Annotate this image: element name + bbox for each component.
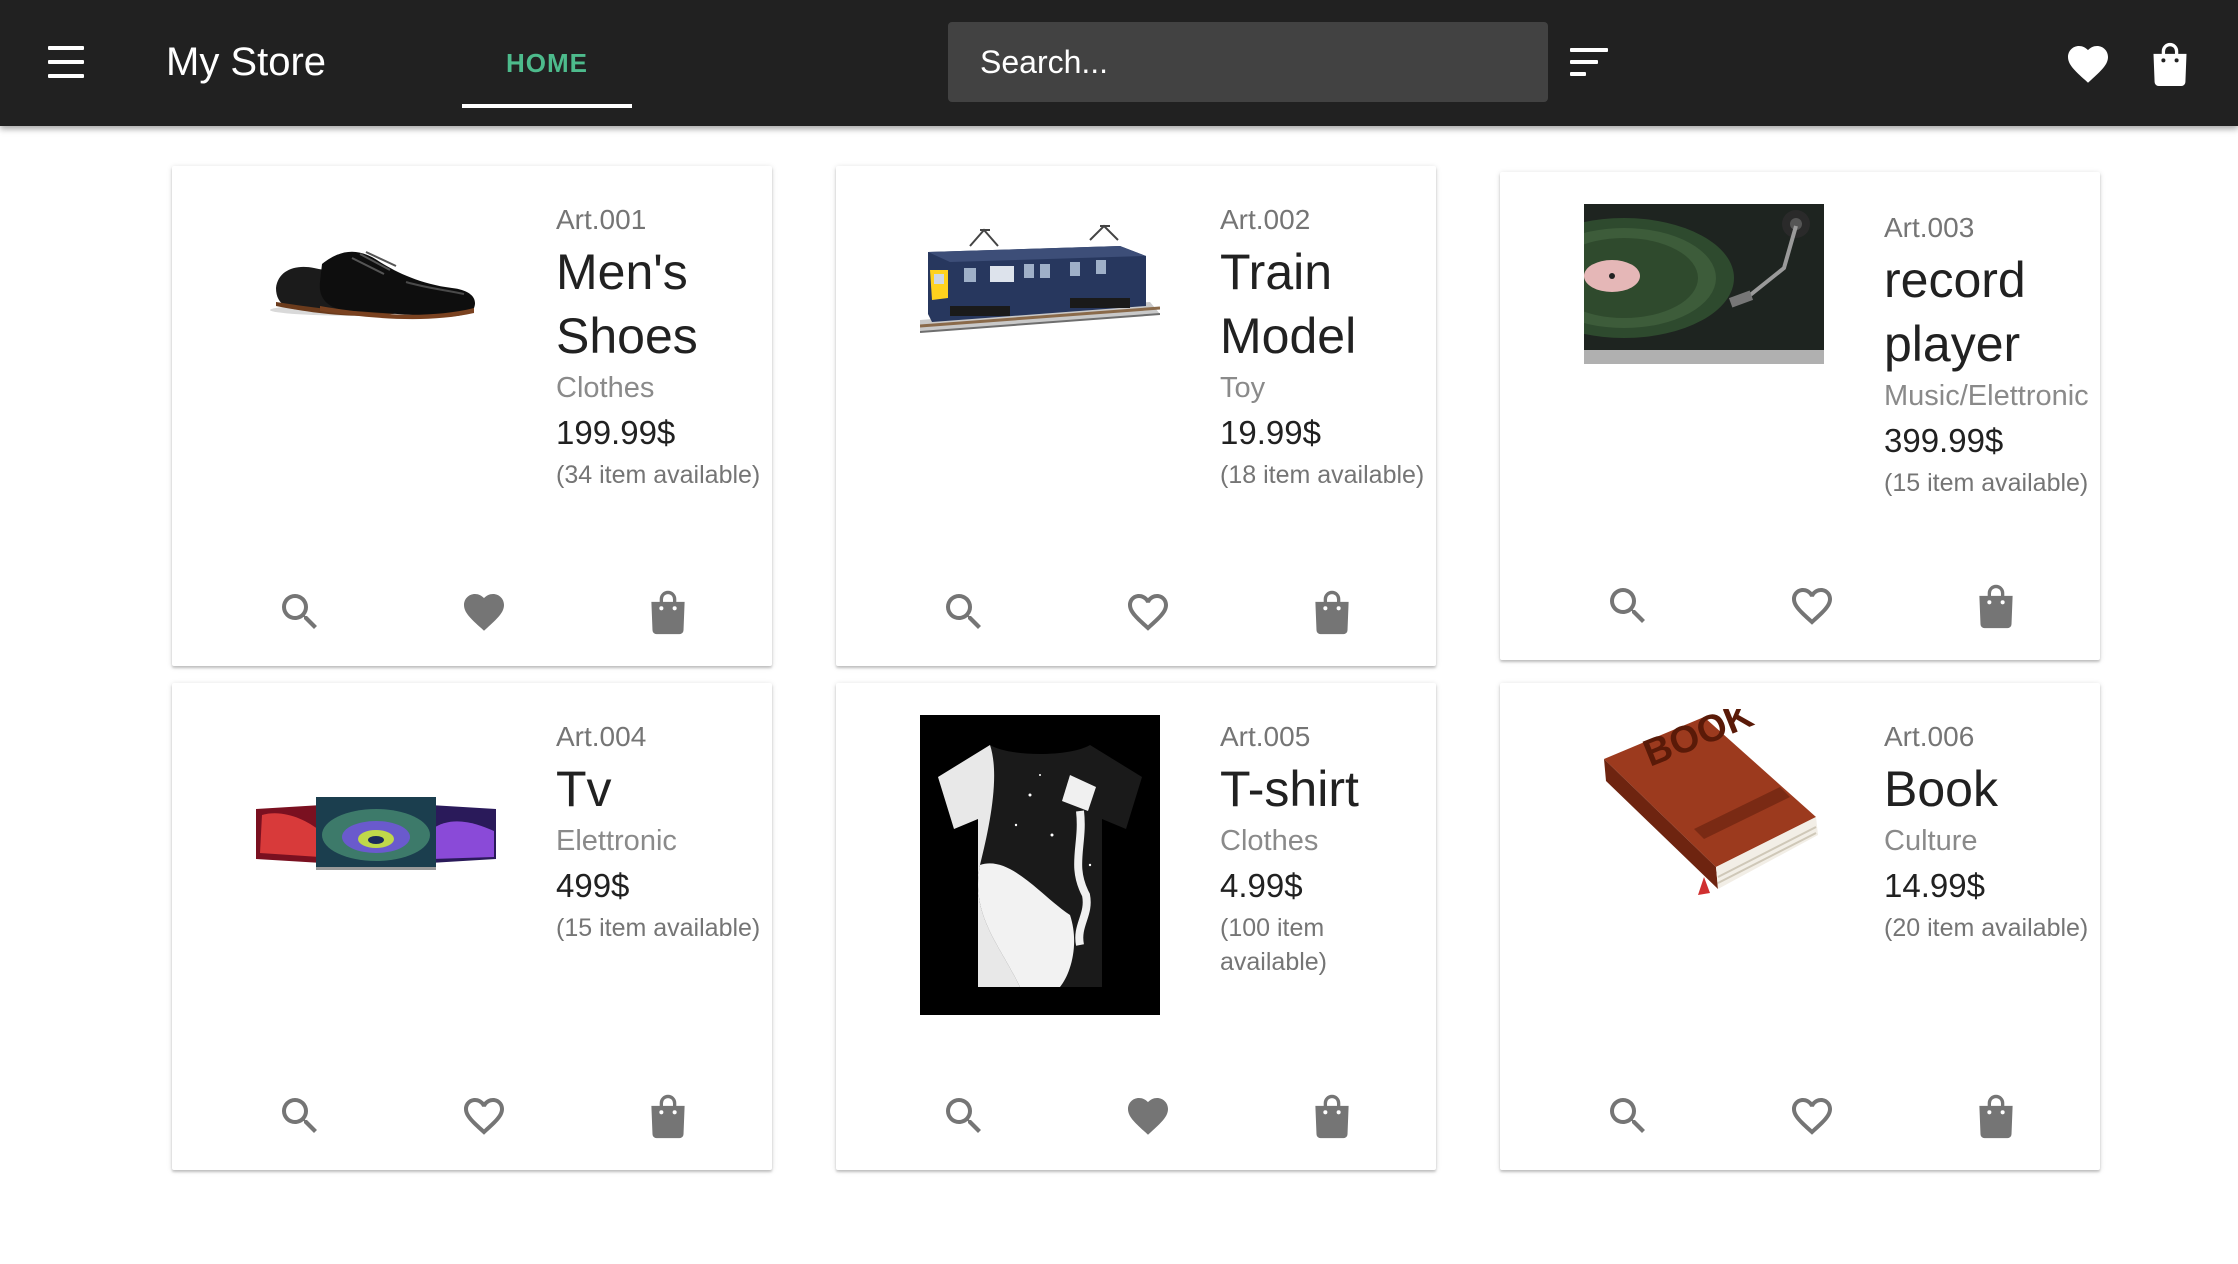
product-image-record-player (1584, 204, 1824, 364)
shopping-bag-icon[interactable] (1972, 1092, 2020, 1140)
search-icon[interactable] (1604, 1092, 1652, 1140)
product-card[interactable]: Art.005 T-shirt Clothes 4.99$ (100 item … (836, 683, 1436, 1170)
card-actions (1500, 1092, 2100, 1140)
card-actions (836, 588, 1436, 636)
sort-icon[interactable] (1570, 48, 1610, 78)
product-category: Clothes (556, 372, 655, 404)
product-image-shoes (270, 251, 476, 320)
menu-icon[interactable] (46, 46, 86, 80)
search-icon[interactable] (940, 588, 988, 636)
favorites-heart-icon[interactable] (2064, 40, 2112, 88)
product-price: 19.99$ (1220, 414, 1321, 451)
product-name: Book (1884, 761, 1998, 817)
app-title: My Store (166, 40, 327, 84)
product-category: Elettronic (556, 825, 677, 857)
heart-outline-icon[interactable] (460, 1092, 508, 1140)
heart-outline-icon[interactable] (1788, 1092, 1836, 1140)
product-category: Clothes (1220, 825, 1319, 857)
heart-icon[interactable] (460, 588, 508, 636)
article-number: Art.002 (1220, 204, 1311, 235)
product-image-tv (256, 797, 496, 870)
product-availability: (34 item available) (556, 461, 761, 489)
product-category: Toy (1220, 372, 1266, 404)
product-name: Tv (556, 761, 612, 817)
product-card[interactable]: BOOK Art.006 Book Culture 14.99$ (20 ite… (1500, 683, 2100, 1170)
search-icon[interactable] (276, 588, 324, 636)
article-number: Art.003 (1884, 212, 1975, 243)
shopping-bag-icon[interactable] (644, 588, 692, 636)
product-card[interactable]: Art.001 Men's Shoes Clothes 199.99$ (34 … (172, 166, 772, 666)
search-icon[interactable] (940, 1092, 988, 1140)
shopping-bag-icon[interactable] (644, 1092, 692, 1140)
product-name: Train Model (1220, 244, 1357, 364)
product-image-train (920, 224, 1160, 333)
top-toolbar: My Store HOME (0, 0, 2238, 126)
product-price: 499$ (556, 867, 630, 904)
product-card[interactable]: Art.002 Train Model Toy 19.99$ (18 item … (836, 166, 1436, 666)
product-image-tshirt (920, 715, 1160, 1015)
heart-outline-icon[interactable] (1124, 588, 1172, 636)
card-actions (1500, 582, 2100, 630)
product-availability: (15 item available) (556, 914, 761, 942)
product-availability: (20 item available) (1884, 914, 2089, 942)
search-icon[interactable] (276, 1092, 324, 1140)
article-number: Art.005 (1220, 721, 1311, 752)
product-availability: (18 item available) (1220, 461, 1425, 489)
product-availability: (100 item available) (1220, 914, 1328, 976)
product-price: 14.99$ (1884, 867, 1985, 904)
article-number: Art.004 (556, 721, 647, 752)
heart-icon[interactable] (1124, 1092, 1172, 1140)
article-number: Art.006 (1884, 721, 1975, 752)
active-tab-indicator (462, 104, 632, 108)
product-price: 4.99$ (1220, 867, 1303, 904)
card-actions (172, 1092, 772, 1140)
product-price: 199.99$ (556, 414, 676, 451)
product-image-book: BOOK (1604, 709, 1818, 895)
product-name: T-shirt (1220, 761, 1359, 817)
product-price: 399.99$ (1884, 422, 2004, 459)
shopping-bag-icon[interactable] (1308, 588, 1356, 636)
product-card[interactable]: Art.003 record player Music/Elettronic 3… (1500, 172, 2100, 660)
heart-outline-icon[interactable] (1788, 582, 1836, 630)
card-actions (836, 1092, 1436, 1140)
search-input[interactable] (948, 22, 1548, 102)
shopping-bag-icon[interactable] (1972, 582, 2020, 630)
search-icon[interactable] (1604, 582, 1652, 630)
card-actions (172, 588, 772, 636)
product-availability: (15 item available) (1884, 469, 2089, 497)
product-name: Men's Shoes (556, 244, 698, 364)
shopping-bag-icon[interactable] (1308, 1092, 1356, 1140)
product-name: record player (1884, 252, 2026, 372)
shopping-bag-icon[interactable] (2148, 40, 2192, 88)
tab-home[interactable]: HOME (462, 0, 632, 110)
article-number: Art.001 (556, 204, 647, 235)
product-category: Culture (1884, 825, 1978, 857)
product-category: Music/Elettronic (1884, 380, 2089, 412)
product-card[interactable]: Art.004 Tv Elettronic 499$ (15 item avai… (172, 683, 772, 1170)
